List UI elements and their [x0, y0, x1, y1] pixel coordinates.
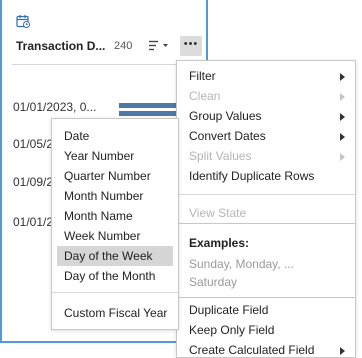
- field-title: Transaction D...: [16, 39, 106, 53]
- submenu-item-quarter-number[interactable]: Quarter Number: [57, 166, 173, 186]
- submenu-item-month-number[interactable]: Month Number: [57, 186, 173, 206]
- date-bar[interactable]: [119, 103, 177, 108]
- menu-item-create-calculated-field[interactable]: Create Calculated Field: [189, 343, 314, 357]
- submenu-arrow-icon: [340, 347, 345, 355]
- submenu-arrow-icon: [340, 73, 345, 81]
- date-row[interactable]: 01/01/2023, 0...: [13, 100, 96, 114]
- menu-item-identify-duplicate-rows[interactable]: Identify Duplicate Rows: [189, 169, 314, 183]
- submenu-item-year-number[interactable]: Year Number: [57, 146, 173, 166]
- more-options-button[interactable]: •••: [180, 36, 202, 56]
- submenu-arrow-icon: [340, 93, 345, 101]
- menu-item-keep-only-field[interactable]: Keep Only Field: [189, 323, 274, 337]
- examples-title: Examples:: [189, 236, 250, 250]
- example-value: Saturday: [189, 275, 238, 289]
- calendar-icon: [16, 15, 30, 28]
- submenu-divider: [52, 292, 178, 293]
- submenu-item-day-of-the-month[interactable]: Day of the Month: [57, 266, 173, 286]
- date-bar[interactable]: [119, 111, 177, 116]
- submenu-item-week-number[interactable]: Week Number: [57, 226, 173, 246]
- submenu-item-date[interactable]: Date: [57, 126, 173, 146]
- menu-item-split-values: Split Values: [189, 149, 252, 163]
- date-row[interactable]: 01/01/2: [13, 215, 53, 229]
- menu-item-convert-dates[interactable]: Convert Dates: [189, 129, 266, 143]
- submenu-arrow-icon: [340, 153, 345, 161]
- example-value: Sunday, Monday, ...: [189, 257, 294, 271]
- sort-icon[interactable]: [149, 40, 169, 52]
- submenu-item-month-name[interactable]: Month Name: [57, 206, 173, 226]
- examples-panel: Examples: Sunday, Monday, ... Saturday: [176, 223, 356, 298]
- menu-item-filter[interactable]: Filter: [189, 69, 216, 83]
- submenu-arrow-icon: [340, 133, 345, 141]
- submenu-item-day-of-the-week[interactable]: Day of the Week: [57, 246, 173, 266]
- field-context-menu: Filter Clean Group Values Convert Dates …: [176, 60, 356, 358]
- menu-divider: [177, 194, 355, 195]
- date-row[interactable]: 01/05/2: [13, 137, 53, 151]
- submenu-item-custom-fiscal-year[interactable]: Custom Fiscal Year: [57, 303, 173, 323]
- menu-item-group-values[interactable]: Group Values: [189, 109, 262, 123]
- convert-dates-submenu: Date Year Number Quarter Number Month Nu…: [51, 118, 179, 330]
- menu-item-clean: Clean: [189, 89, 221, 103]
- menu-item-view-state: View State: [189, 206, 247, 220]
- date-row[interactable]: 01/09/2: [13, 175, 53, 189]
- menu-item-duplicate-field[interactable]: Duplicate Field: [189, 303, 268, 317]
- field-count: 240: [114, 40, 133, 52]
- submenu-arrow-icon: [340, 113, 345, 121]
